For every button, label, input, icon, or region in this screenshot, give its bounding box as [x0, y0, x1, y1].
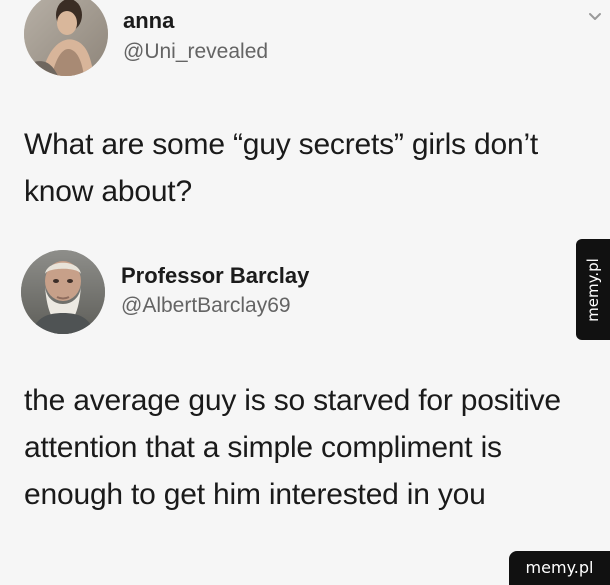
user-avatar-anna[interactable] — [24, 0, 108, 76]
chevron-down-icon[interactable] — [588, 10, 602, 24]
side-watermark: memy.pl — [576, 239, 610, 340]
avatar-photo-icon — [21, 250, 105, 334]
user-avatar-professor-barclay[interactable] — [21, 250, 105, 334]
corner-watermark: memy.pl — [509, 551, 610, 585]
tweet-text: the average guy is so starved for positi… — [24, 384, 561, 511]
tweet-text: What are some “guy secrets” girls don’t … — [24, 128, 539, 208]
author-handle[interactable]: @Uni_revealed — [123, 40, 268, 64]
author-name[interactable]: anna — [123, 8, 174, 34]
corner-watermark-text: memy.pl — [525, 558, 594, 578]
author-name[interactable]: Professor Barclay — [121, 263, 309, 289]
avatar-photo-icon — [24, 0, 108, 76]
author-handle[interactable]: @AlbertBarclay69 — [121, 294, 291, 318]
side-watermark-text: memy.pl — [584, 257, 602, 322]
